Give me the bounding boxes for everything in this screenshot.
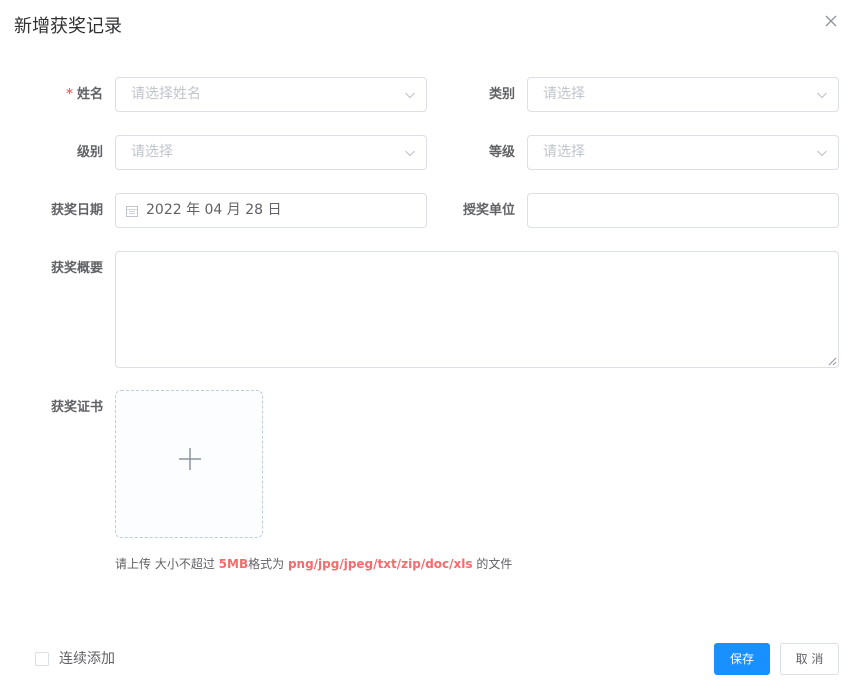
certificate-label: 获奖证书 — [50, 400, 103, 415]
award-unit-label: 授奖单位 — [462, 203, 515, 218]
category-select[interactable]: 请选择 — [527, 77, 839, 112]
required-asterisk: * — [66, 87, 73, 102]
upload-tip-prefix: 请上传 大小不超过 — [115, 557, 215, 571]
award-date-value: 2022 年 04 月 28 日 — [146, 202, 282, 218]
upload-tip-middle: 格式为 — [248, 557, 285, 571]
grade-label: 等级 — [488, 145, 515, 160]
name-select[interactable]: 请选择姓名 — [115, 77, 427, 112]
summary-textarea[interactable] — [115, 251, 839, 368]
calendar-icon — [126, 206, 138, 217]
name-label: * 姓名 — [66, 87, 103, 102]
checkbox-box[interactable] — [35, 652, 49, 666]
award-date-picker[interactable]: 2022 年 04 月 28 日 — [115, 193, 427, 228]
close-icon[interactable] — [823, 13, 839, 29]
dialog-title: 新增获奖记录 — [14, 16, 122, 37]
plus-icon — [179, 448, 201, 470]
category-select-placeholder: 请选择 — [543, 86, 585, 102]
upload-tip-suffix: 的文件 — [476, 557, 513, 571]
certificate-uploader[interactable] — [115, 390, 263, 538]
continue-add-label: 连续添加 — [59, 651, 115, 667]
level-label: 级别 — [76, 145, 103, 160]
chevron-down-icon — [817, 150, 827, 157]
name-select-placeholder: 请选择姓名 — [131, 86, 201, 102]
save-button[interactable]: 保存 — [714, 643, 770, 675]
chevron-down-icon — [817, 92, 827, 99]
cancel-button[interactable]: 取 消 — [780, 643, 839, 675]
grade-select-placeholder: 请选择 — [543, 144, 585, 160]
award-date-label: 获奖日期 — [50, 203, 103, 218]
upload-tip: 请上传 大小不超过 5MB格式为 png/jpg/jpeg/txt/zip/do… — [115, 555, 512, 572]
grade-select[interactable]: 请选择 — [527, 135, 839, 170]
summary-label: 获奖概要 — [50, 261, 103, 276]
level-select[interactable]: 请选择 — [115, 135, 427, 170]
upload-tip-formats: png/jpg/jpeg/txt/zip/doc/xls — [287, 557, 473, 571]
category-label: 类别 — [488, 87, 515, 102]
level-select-placeholder: 请选择 — [131, 144, 173, 160]
award-unit-input[interactable] — [527, 193, 839, 228]
resize-handle-icon[interactable] — [828, 357, 837, 366]
upload-tip-size: 5MB — [218, 557, 249, 571]
